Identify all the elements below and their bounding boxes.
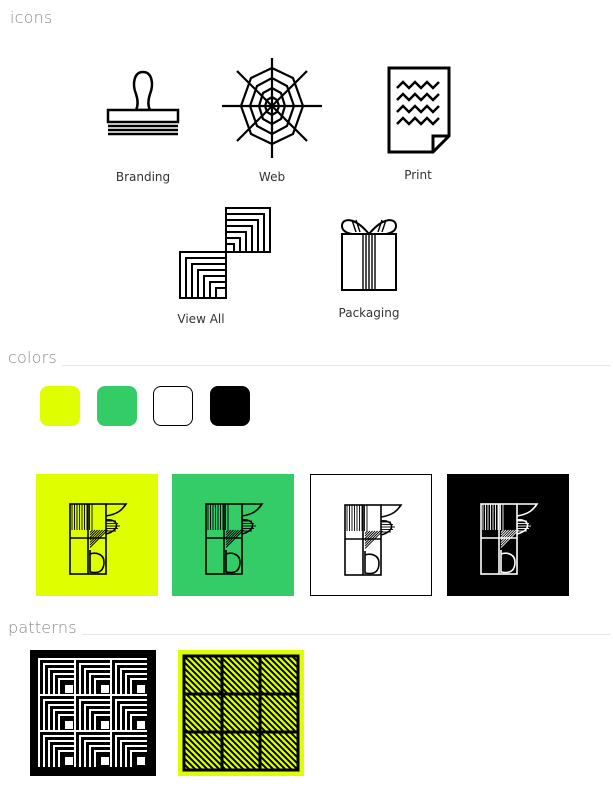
brand-logo-mark xyxy=(480,503,539,575)
pattern-nested-corners[interactable] xyxy=(30,650,156,776)
diagonal-hatch-pattern-art xyxy=(182,654,300,772)
squares-icon xyxy=(179,207,271,299)
icon-label: Web xyxy=(258,170,286,184)
colors-section-title: colors xyxy=(8,348,57,367)
logo-tile-green[interactable] xyxy=(172,474,294,596)
pattern-diagonal-hatch[interactable] xyxy=(178,650,304,776)
icon-label: Packaging xyxy=(338,306,400,320)
brand-logo-mark xyxy=(344,504,403,576)
brand-logo-mark xyxy=(205,503,264,575)
icon-item-web[interactable]: Web xyxy=(222,56,322,184)
icon-item-view-all[interactable]: View All xyxy=(170,206,271,326)
icon-item-packaging[interactable]: Packaging xyxy=(336,210,402,320)
colors-divider xyxy=(62,365,610,366)
stamp-icon xyxy=(106,70,180,136)
icon-item-branding[interactable]: Branding xyxy=(106,68,180,184)
spider-web-icon xyxy=(222,58,322,158)
logo-tile-black[interactable] xyxy=(447,474,569,596)
nested-corners-pattern-art xyxy=(38,658,147,767)
gift-box-icon xyxy=(340,219,398,291)
icon-item-print[interactable]: Print xyxy=(385,66,451,182)
icons-section-title: icons xyxy=(10,8,53,27)
patterns-section-title: patterns xyxy=(8,618,77,637)
color-swatch-lime[interactable] xyxy=(40,386,80,426)
color-swatch-black[interactable] xyxy=(210,386,250,426)
icon-label: View All xyxy=(177,312,225,326)
paper-icon xyxy=(387,66,451,154)
logo-tile-white[interactable] xyxy=(310,474,432,596)
color-swatch-green[interactable] xyxy=(97,386,137,426)
patterns-divider xyxy=(82,634,610,635)
color-swatch-white[interactable] xyxy=(153,386,193,426)
icon-label: Print xyxy=(404,168,432,182)
brand-logo-mark xyxy=(69,503,128,575)
logo-tile-lime[interactable] xyxy=(36,474,158,596)
icon-label: Branding xyxy=(115,170,171,184)
